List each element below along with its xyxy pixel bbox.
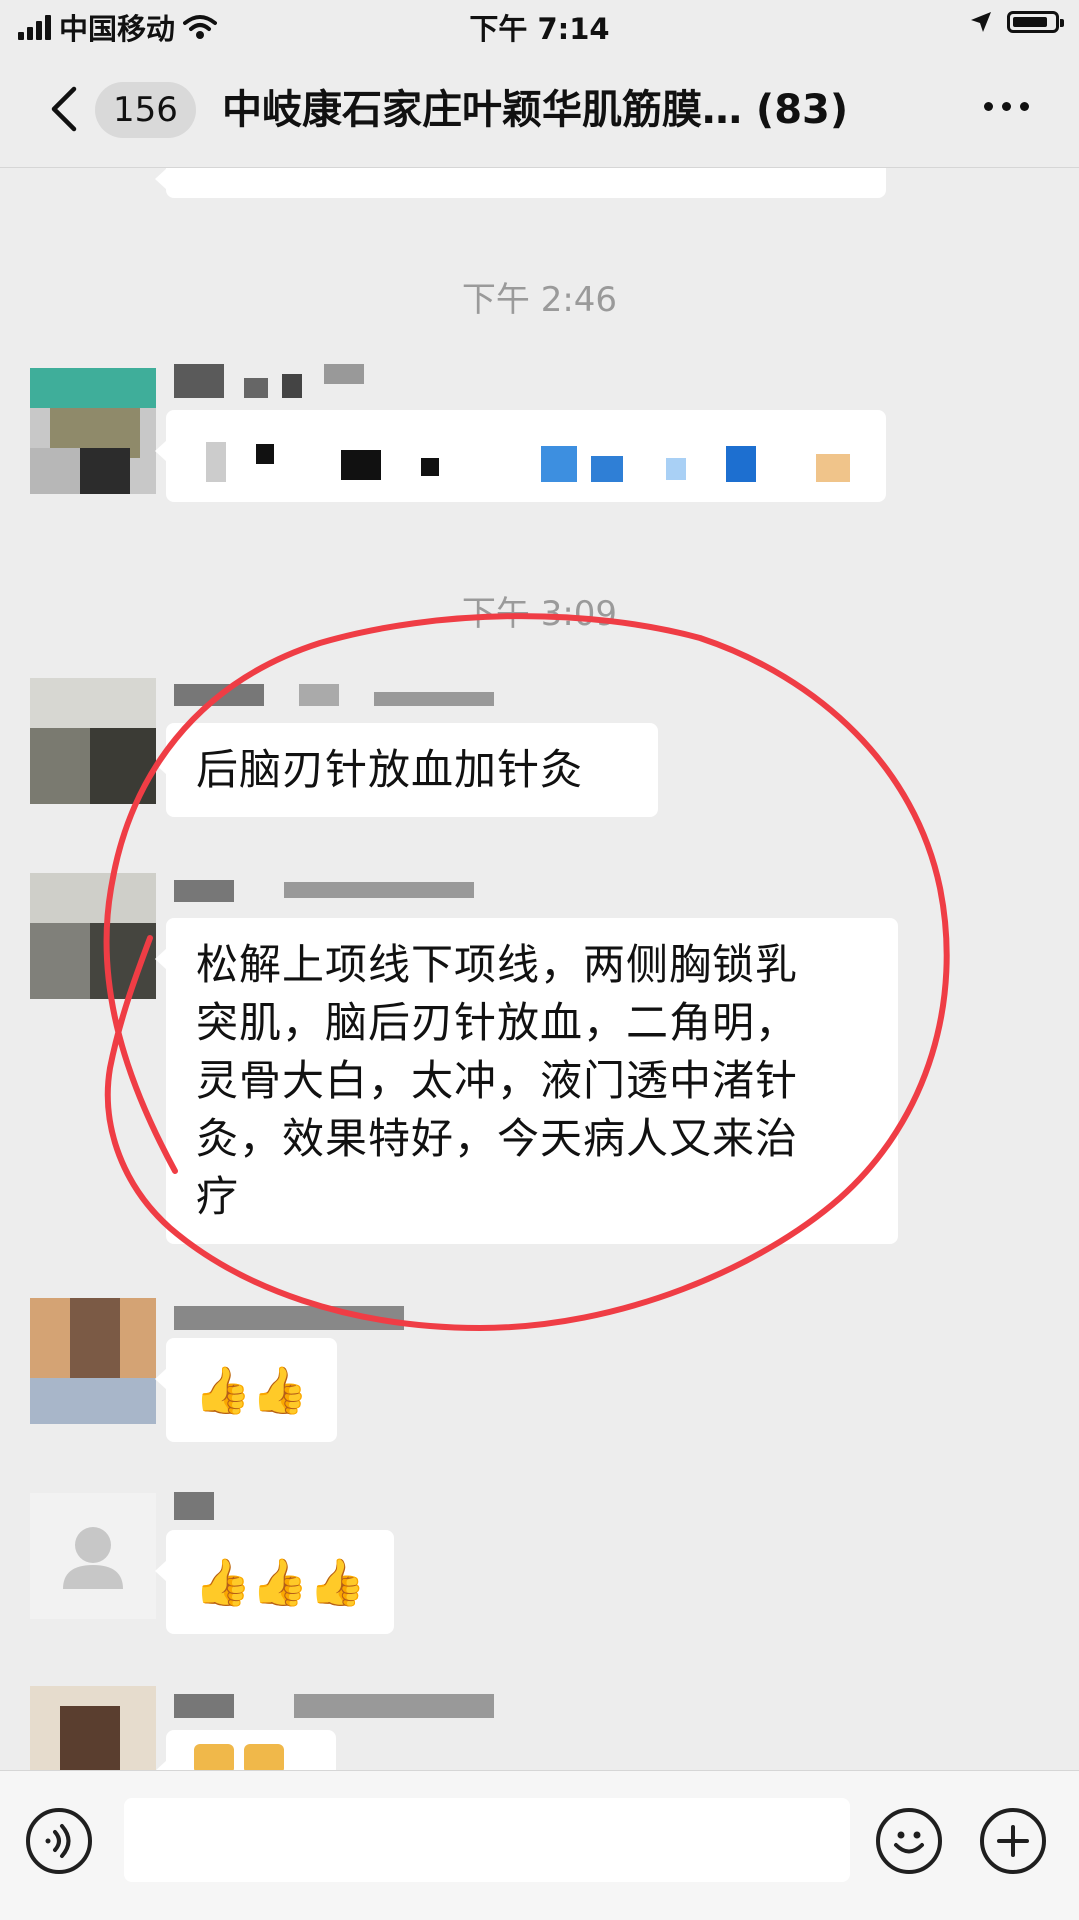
avatar[interactable]	[30, 1298, 156, 1424]
emoji-button[interactable]	[876, 1808, 942, 1874]
message-bubble-partial[interactable]	[155, 1730, 336, 1770]
chat-title: 中岐康石家庄叶颖华肌筋膜… (83)	[222, 87, 849, 133]
avatar[interactable]	[30, 1686, 156, 1770]
message-text: 后脑刃针放血加针灸	[196, 745, 584, 794]
avatar[interactable]	[30, 368, 156, 494]
thumbs-up-icon	[194, 1744, 284, 1770]
plus-icon	[997, 1825, 1029, 1857]
avatar[interactable]	[30, 678, 156, 804]
message-bubble[interactable]: 👍👍	[155, 1338, 337, 1442]
status-time: 下午 7:14	[469, 12, 610, 46]
message-input[interactable]	[124, 1798, 850, 1882]
person-icon	[63, 1527, 123, 1589]
avatar[interactable]	[30, 873, 156, 999]
status-bar: 中国移动 下午 7:14	[0, 0, 1079, 52]
message-bubble[interactable]: 后脑刃针放血加针灸	[155, 723, 658, 817]
voice-icon	[45, 1824, 71, 1858]
chevron-left-icon[interactable]	[48, 86, 78, 132]
location-arrow-icon	[971, 12, 991, 32]
message-emoji: 👍👍👍	[194, 1555, 366, 1609]
smiley-icon	[894, 1831, 924, 1854]
message-bubble[interactable]	[155, 410, 886, 502]
status-right	[969, 10, 1064, 34]
unread-count-badge[interactable]: 156	[95, 82, 196, 138]
more-dots-icon[interactable]	[984, 102, 1029, 111]
timestamp: 下午 3:09	[461, 594, 618, 634]
voice-button[interactable]	[26, 1808, 92, 1874]
message-list[interactable]: 下午 2:46 下午 3:09 后脑刃针放血加针灸 松解上项线下项线，两侧胸锁乳…	[0, 168, 1079, 1770]
plus-button[interactable]	[980, 1808, 1046, 1874]
input-bar	[0, 1770, 1079, 1920]
message-text: 松解上项线下项线，两侧胸锁乳 突肌，脑后刃针放血，二角明， 灵骨大白，太冲，液门…	[196, 940, 799, 1221]
message-bubble-partial[interactable]	[155, 168, 886, 198]
message-emoji: 👍👍	[194, 1363, 309, 1417]
message-bubble[interactable]: 👍👍👍	[155, 1530, 394, 1634]
avatar[interactable]	[30, 1493, 156, 1619]
timestamp: 下午 2:46	[461, 280, 618, 320]
chat-header: 156 中岐康石家庄叶颖华肌筋膜… (83)	[0, 52, 1079, 168]
battery-icon	[1007, 11, 1064, 33]
message-bubble[interactable]: 松解上项线下项线，两侧胸锁乳 突肌，脑后刃针放血，二角明， 灵骨大白，太冲，液门…	[155, 918, 898, 1244]
